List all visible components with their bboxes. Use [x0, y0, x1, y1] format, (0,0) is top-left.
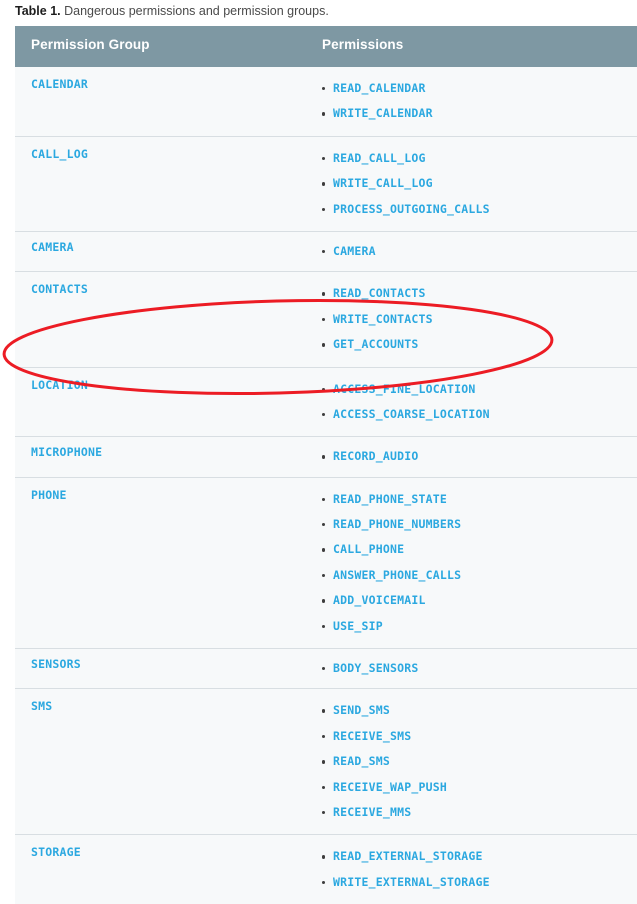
table-row: SENSORS BODY_SENSORS	[15, 649, 637, 690]
permission-item[interactable]: WRITE_CALL_LOG	[306, 171, 637, 196]
permissions-cell: BODY_SENSORS	[306, 649, 637, 688]
permissions-cell: ACCESS_FINE_LOCATION ACCESS_COARSE_LOCATI…	[306, 368, 637, 437]
permission-list: SEND_SMS RECEIVE_SMS READ_SMS RECEIVE_WAP_P…	[306, 698, 637, 825]
permission-item[interactable]: ADD_VOICEMAIL	[306, 588, 637, 613]
permission-item[interactable]: READ_EXTERNAL_STORAGE	[306, 844, 637, 869]
table-row: CONTACTS READ_CONTACTS WRITE_CONTACTS GET_A…	[15, 272, 637, 368]
permission-group-cell: CONTACTS	[15, 272, 306, 366]
permission-group-cell: CAMERA	[15, 232, 306, 271]
permission-item[interactable]: WRITE_EXTERNAL_STORAGE	[306, 870, 637, 895]
permission-list: CAMERA	[306, 239, 637, 264]
permission-group-cell: SENSORS	[15, 649, 306, 688]
permission-item[interactable]: READ_CONTACTS	[306, 281, 637, 306]
permission-item[interactable]: ACCESS_FINE_LOCATION	[306, 377, 637, 402]
column-header-permissions: Permissions	[322, 37, 404, 52]
permission-group-link[interactable]: PHONE	[31, 487, 306, 504]
permission-list: READ_CONTACTS WRITE_CONTACTS GET_ACCOUNTS	[306, 281, 637, 357]
table-body: CALENDAR READ_CALENDAR WRITE_CALENDAR CALL_…	[15, 67, 637, 904]
permission-item[interactable]: BODY_SENSORS	[306, 656, 637, 681]
table-caption: Table 1. Dangerous permissions and permi…	[15, 2, 329, 20]
permission-item[interactable]: RECEIVE_WAP_PUSH	[306, 775, 637, 800]
permission-group-link[interactable]: STORAGE	[31, 844, 306, 861]
permission-item[interactable]: PROCESS_OUTGOING_CALLS	[306, 197, 637, 222]
table-page: Table 1. Dangerous permissions and permi…	[0, 0, 637, 904]
table-row: CAMERA CAMERA	[15, 231, 637, 273]
permissions-cell: READ_EXTERNAL_STORAGE WRITE_EXTERNAL_STOR…	[306, 835, 637, 904]
permission-list: READ_EXTERNAL_STORAGE WRITE_EXTERNAL_STOR…	[306, 844, 637, 895]
permissions-cell: READ_CONTACTS WRITE_CONTACTS GET_ACCOUNTS	[306, 272, 637, 366]
permission-group-cell: LOCATION	[15, 368, 306, 437]
permission-item[interactable]: RECEIVE_SMS	[306, 724, 637, 749]
permission-group-link[interactable]: LOCATION	[31, 377, 306, 394]
table-row: CALENDAR READ_CALENDAR WRITE_CALENDAR	[15, 67, 637, 137]
permission-item[interactable]: ACCESS_COARSE_LOCATION	[306, 402, 637, 427]
permission-list: READ_CALENDAR WRITE_CALENDAR	[306, 76, 637, 127]
permissions-cell: READ_CALL_LOG WRITE_CALL_LOG PROCESS_OUTGO…	[306, 137, 637, 231]
table-row: LOCATION ACCESS_FINE_LOCATION ACCESS_COARS…	[15, 367, 637, 438]
permission-item[interactable]: WRITE_CONTACTS	[306, 307, 637, 332]
permission-item[interactable]: SEND_SMS	[306, 698, 637, 723]
permission-list: ACCESS_FINE_LOCATION ACCESS_COARSE_LOCATI…	[306, 377, 637, 428]
permission-list: BODY_SENSORS	[306, 656, 637, 681]
permission-group-link[interactable]: MICROPHONE	[31, 444, 306, 461]
permission-group-cell: STORAGE	[15, 835, 306, 904]
table-row: MICROPHONE RECORD_AUDIO	[15, 437, 637, 478]
table-header-row: Permission Group Permissions	[15, 26, 637, 67]
permissions-table: Permission Group Permissions CALENDAR REA…	[15, 26, 637, 904]
table-row: PHONE READ_PHONE_STATE READ_PHONE_NUMBERS C…	[15, 477, 637, 650]
permissions-cell: CAMERA	[306, 232, 637, 271]
permission-group-cell: CALENDAR	[15, 67, 306, 136]
permission-group-link[interactable]: CONTACTS	[31, 281, 306, 298]
permission-item[interactable]: READ_PHONE_STATE	[306, 487, 637, 512]
permission-list: READ_CALL_LOG WRITE_CALL_LOG PROCESS_OUTGO…	[306, 146, 637, 222]
permission-group-cell: SMS	[15, 689, 306, 834]
permission-group-link[interactable]: SENSORS	[31, 656, 306, 673]
permission-item[interactable]: USE_SIP	[306, 614, 637, 639]
permissions-cell: SEND_SMS RECEIVE_SMS READ_SMS RECEIVE_WAP_P…	[306, 689, 637, 834]
caption-label: Table 1.	[15, 4, 61, 18]
permission-group-cell: CALL_LOG	[15, 137, 306, 231]
permissions-cell: RECORD_AUDIO	[306, 437, 637, 476]
permission-item[interactable]: READ_CALL_LOG	[306, 146, 637, 171]
column-header-permission-group: Permission Group	[31, 37, 150, 52]
table-row: SMS SEND_SMS RECEIVE_SMS READ_SMS RECEIVE_WA…	[15, 689, 637, 836]
permission-item[interactable]: RECORD_AUDIO	[306, 444, 637, 469]
permission-list: READ_PHONE_STATE READ_PHONE_NUMBERS CALL_P…	[306, 487, 637, 639]
permission-item[interactable]: RECEIVE_MMS	[306, 800, 637, 825]
permission-item[interactable]: CALL_PHONE	[306, 537, 637, 562]
permissions-cell: READ_PHONE_STATE READ_PHONE_NUMBERS CALL_P…	[306, 478, 637, 648]
permission-group-link[interactable]: CALL_LOG	[31, 146, 306, 163]
permission-group-link[interactable]: CAMERA	[31, 239, 306, 256]
permission-group-cell: PHONE	[15, 478, 306, 648]
permission-item[interactable]: READ_SMS	[306, 749, 637, 774]
permission-item[interactable]: READ_CALENDAR	[306, 76, 637, 101]
permission-item[interactable]: ANSWER_PHONE_CALLS	[306, 563, 637, 588]
permission-list: RECORD_AUDIO	[306, 444, 637, 469]
table-row: STORAGE READ_EXTERNAL_STORAGE WRITE_EXTERN…	[15, 835, 637, 904]
permission-item[interactable]: READ_PHONE_NUMBERS	[306, 512, 637, 537]
caption-text: Dangerous permissions and permission gro…	[60, 4, 329, 18]
permission-item[interactable]: CAMERA	[306, 239, 637, 264]
permission-item[interactable]: WRITE_CALENDAR	[306, 101, 637, 126]
permissions-cell: READ_CALENDAR WRITE_CALENDAR	[306, 67, 637, 136]
permission-group-link[interactable]: CALENDAR	[31, 76, 306, 93]
permission-group-link[interactable]: SMS	[31, 698, 306, 715]
permission-group-cell: MICROPHONE	[15, 437, 306, 476]
table-row: CALL_LOG READ_CALL_LOG WRITE_CALL_LOG PROCE…	[15, 136, 637, 232]
permission-item[interactable]: GET_ACCOUNTS	[306, 332, 637, 357]
